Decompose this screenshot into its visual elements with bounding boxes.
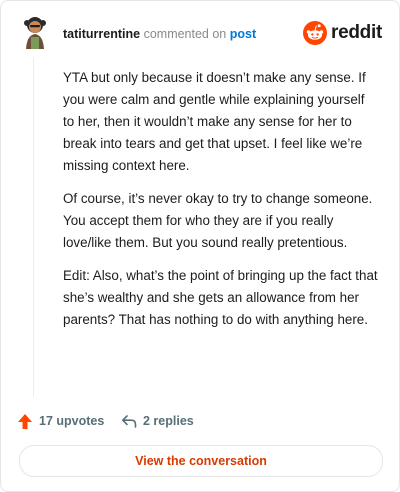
reply-arrow-icon — [122, 415, 137, 428]
comment-paragraph: Edit: Also, what’s the point of bringing… — [63, 268, 378, 327]
reddit-logo-icon — [303, 21, 327, 45]
action-text: commented on — [143, 27, 227, 41]
comment-meta: tatiturrentine commented on post — [63, 26, 256, 42]
upvotes-count: 17 upvotes — [39, 414, 105, 428]
comment-body: YTA but only because it doesn’t make any… — [63, 67, 379, 342]
reddit-brand[interactable]: reddit — [303, 19, 383, 47]
comment-actions: 17 upvotes 2 replies — [17, 411, 385, 431]
reddit-wordmark: reddit — [331, 22, 382, 43]
embedded-comment-card: tatiturrentine commented on post reddit … — [0, 0, 400, 492]
comment-paragraph: Of course, it’s never okay to try to cha… — [63, 191, 373, 250]
upvotes-button[interactable]: 17 upvotes — [17, 411, 104, 431]
comment-header: tatiturrentine commented on post reddit — [17, 15, 385, 51]
replies-button[interactable]: 2 replies — [121, 411, 194, 431]
user-avatar[interactable] — [19, 15, 51, 51]
comment-paragraph: YTA but only because it doesn’t make any… — [63, 70, 366, 173]
replies-count: 2 replies — [143, 414, 194, 428]
avatar-icon — [24, 17, 46, 49]
username-link[interactable]: tatiturrentine — [63, 27, 140, 41]
upvote-arrow-icon — [18, 413, 32, 429]
post-link[interactable]: post — [230, 27, 256, 41]
view-conversation-button[interactable]: View the conversation — [19, 445, 383, 477]
thread-line — [33, 57, 34, 397]
